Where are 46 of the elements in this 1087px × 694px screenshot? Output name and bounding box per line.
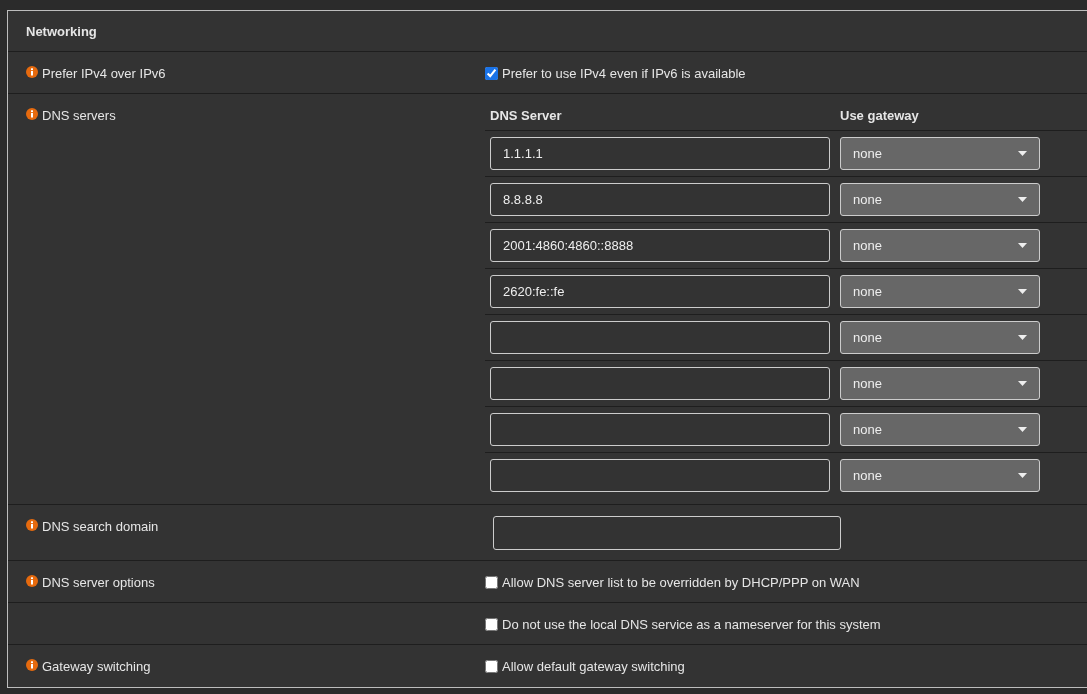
dns-server-field[interactable]: 8.8.8.8	[490, 183, 830, 216]
info-icon	[26, 66, 38, 78]
checkbox[interactable]	[485, 660, 498, 673]
caret-icon	[1018, 151, 1027, 156]
dns-server-field[interactable]	[490, 321, 830, 354]
dns-server-field[interactable]: 2001:4860:4860::8888	[490, 229, 830, 262]
checkbox[interactable]	[485, 67, 498, 80]
checkbox-label: Prefer to use IPv4 even if IPv6 is available	[502, 66, 746, 81]
gateway-dropdown[interactable]: none	[840, 321, 1040, 354]
setting-label: Gateway switching	[42, 659, 151, 674]
caret-icon	[1018, 427, 1027, 432]
gateway-dropdown[interactable]: none	[840, 413, 1040, 446]
caret-icon	[1018, 197, 1027, 202]
gateway-dropdown[interactable]: none	[840, 367, 1040, 400]
info-icon	[26, 575, 38, 587]
gateway-dropdown[interactable]: none	[840, 183, 1040, 216]
info-icon	[26, 519, 38, 531]
dns-server-field[interactable]	[490, 413, 830, 446]
setting-label: DNS servers	[42, 108, 116, 123]
gateway-dropdown[interactable]: none	[840, 459, 1040, 492]
setting-label: DNS server options	[42, 575, 155, 590]
info-icon	[26, 108, 38, 120]
dns-server-field[interactable]: 1.1.1.1	[490, 137, 830, 170]
dns-server-field[interactable]	[490, 367, 830, 400]
caret-icon	[1018, 289, 1027, 294]
setting-label: DNS search domain	[42, 519, 159, 534]
checkbox[interactable]	[485, 618, 498, 631]
gateway-dropdown[interactable]: none	[840, 137, 1040, 170]
column-header: Use gateway	[840, 108, 920, 123]
checkbox-label: Allow default gateway switching	[502, 659, 685, 674]
caret-icon	[1018, 381, 1027, 386]
info-icon	[26, 659, 38, 671]
gateway-dropdown[interactable]: none	[840, 275, 1040, 308]
checkbox[interactable]	[485, 576, 498, 589]
setting-label: Prefer IPv4 over IPv6	[42, 66, 166, 81]
gateway-dropdown[interactable]: none	[840, 229, 1040, 262]
column-header: DNS Server	[490, 108, 563, 123]
checkbox-label: Do not use the local DNS service as a nameserver for this system	[502, 617, 881, 632]
section-title: Networking	[8, 11, 1087, 52]
checkbox-label: Allow DNS server list to be overridden by DHCP/PPP on WAN	[502, 575, 860, 590]
dns-server-field[interactable]	[490, 459, 830, 492]
caret-icon	[1018, 473, 1027, 478]
dns-server-field[interactable]: 2620:fe::fe	[490, 275, 830, 308]
search-domain-field[interactable]	[493, 516, 841, 550]
caret-icon	[1018, 243, 1027, 248]
caret-icon	[1018, 335, 1027, 340]
